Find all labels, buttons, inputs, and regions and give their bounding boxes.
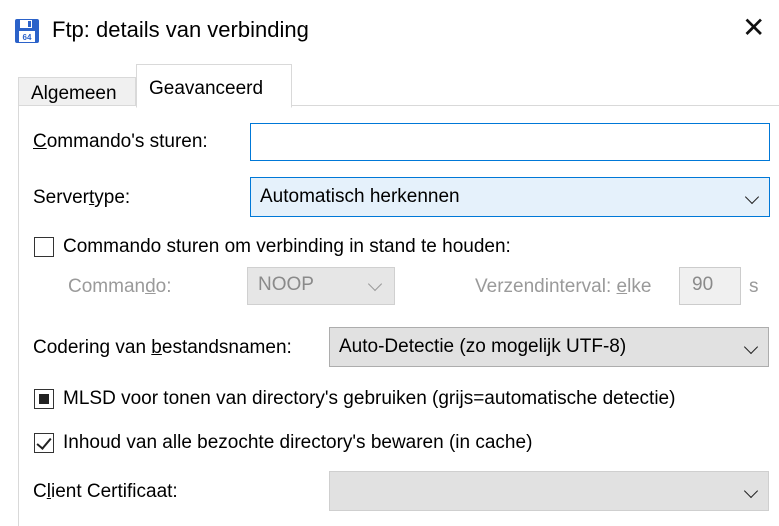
interval-unit: s bbox=[749, 276, 759, 297]
svg-text:64: 64 bbox=[23, 33, 32, 42]
keepalive-command-value: NOOP bbox=[258, 274, 314, 295]
interval-label: Verzendinterval: elke bbox=[475, 276, 652, 297]
encoding-value: Auto-Detectie (zo mogelijk UTF-8) bbox=[339, 336, 627, 357]
checkmark-icon bbox=[36, 434, 52, 450]
keepalive-command-label: Commando: bbox=[68, 276, 172, 297]
mlsd-checkbox[interactable] bbox=[34, 389, 54, 409]
title-bar: 64 Ftp: details van verbinding ✕ bbox=[0, 0, 779, 60]
cache-checkbox[interactable] bbox=[34, 433, 54, 453]
tab-geavanceerd[interactable]: Geavanceerd bbox=[136, 64, 292, 108]
chevron-down-icon bbox=[744, 189, 760, 205]
keepalive-command-select[interactable]: NOOP bbox=[247, 267, 395, 305]
encoding-label: Codering van bestandsnamen: bbox=[33, 337, 292, 358]
servertype-select[interactable]: Automatisch herkennen bbox=[250, 177, 770, 217]
certificate-label: Client Certificaat: bbox=[33, 481, 178, 502]
keepalive-checkbox[interactable] bbox=[34, 237, 54, 257]
commands-input[interactable] bbox=[250, 123, 770, 161]
chevron-down-icon bbox=[743, 339, 759, 355]
chevron-down-icon bbox=[367, 276, 383, 292]
tab-strip: Algemeen Geavanceerd bbox=[0, 62, 779, 108]
chevron-down-icon bbox=[743, 483, 759, 499]
tab-panel bbox=[18, 105, 779, 526]
window-title: Ftp: details van verbinding bbox=[52, 17, 309, 42]
floppy-disk-64-icon: 64 bbox=[15, 19, 39, 43]
indeterminate-square-icon bbox=[39, 394, 49, 404]
mlsd-label: MLSD voor tonen van directory's gebruike… bbox=[63, 388, 676, 409]
servertype-value: Automatisch herkennen bbox=[260, 186, 460, 207]
cache-label: Inhoud van alle bezochte directory's bew… bbox=[63, 432, 533, 453]
servertype-label: Servertype: bbox=[33, 187, 131, 208]
certificate-select[interactable] bbox=[329, 471, 769, 511]
close-icon[interactable]: ✕ bbox=[742, 14, 765, 42]
keepalive-label: Commando sturen om verbinding in stand t… bbox=[63, 236, 511, 257]
encoding-select[interactable]: Auto-Detectie (zo mogelijk UTF-8) bbox=[329, 327, 769, 367]
interval-input[interactable]: 90 bbox=[679, 267, 741, 305]
tab-algemeen[interactable]: Algemeen bbox=[18, 77, 136, 107]
commands-label: Commando's sturen: bbox=[33, 131, 208, 152]
